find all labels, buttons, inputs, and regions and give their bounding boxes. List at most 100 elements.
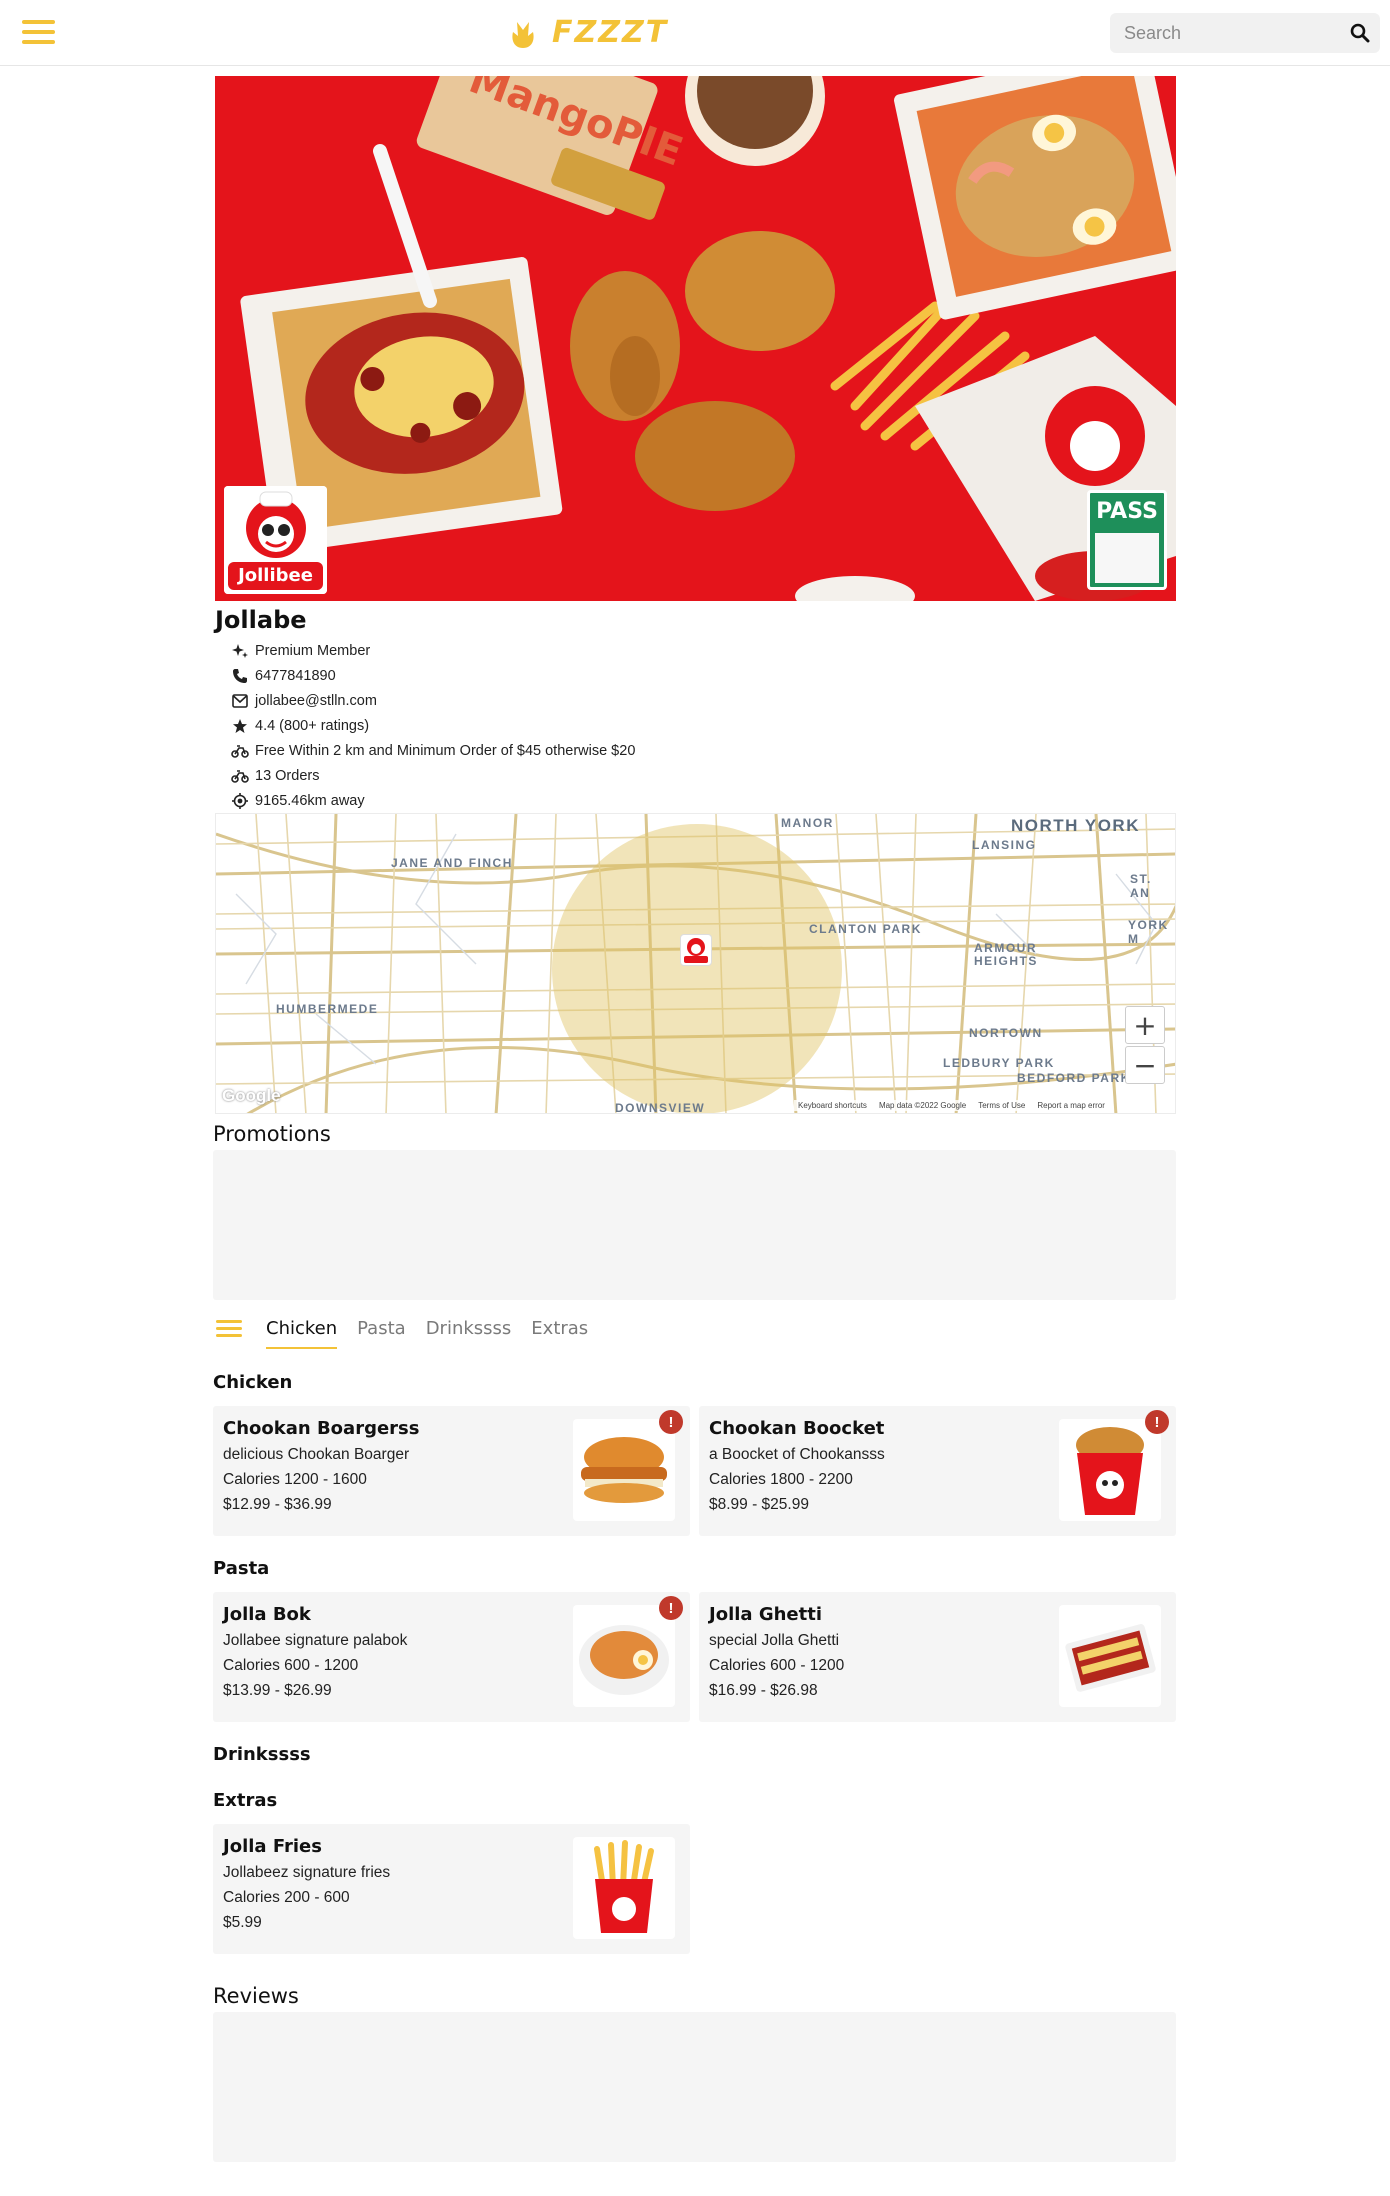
menu-item-card[interactable]: Jolla Fries Jollabeez signature fries Ca…	[213, 1824, 690, 1954]
info-rating: 4.4 (800+ ratings)	[231, 713, 1031, 738]
store-info-list: Premium Member 6477841890 jollabee@stlln…	[231, 638, 1031, 813]
palabok-image	[573, 1605, 675, 1707]
item-name: Jolla Fries	[223, 1836, 322, 1857]
map-keyboard-shortcuts-link[interactable]: Keyboard shortcuts	[798, 1101, 867, 1110]
tab-chicken[interactable]: Chicken	[266, 1310, 338, 1349]
menu-item-card[interactable]: Jolla Bok Jollabee signature palabok Cal…	[213, 1592, 690, 1722]
search-icon[interactable]	[1350, 23, 1370, 43]
orders-icon	[231, 767, 249, 785]
map-zoom-out-button[interactable]: −	[1125, 1046, 1165, 1084]
item-description: delicious Chookan Boarger	[223, 1446, 410, 1463]
info-distance: 9165.46km away	[231, 788, 1031, 813]
spaghetti-image	[1059, 1605, 1161, 1707]
item-description: Jollabee signature palabok	[223, 1632, 408, 1649]
star-icon	[231, 717, 249, 735]
map-attribution: Keyboard shortcuts Map data ©2022 Google…	[794, 1100, 1109, 1111]
item-description: a Boocket of Chookansss	[709, 1446, 885, 1463]
store-logo: Jollibee	[224, 486, 327, 594]
item-calories: Calories 600 - 1200	[223, 1657, 359, 1674]
menu-icon[interactable]	[22, 20, 55, 46]
map-label: JANE AND FINCH	[391, 856, 513, 870]
map-zoom-in-button[interactable]: +	[1125, 1006, 1165, 1044]
sparkle-icon	[231, 642, 249, 660]
map-label: ST. AN	[1130, 872, 1152, 900]
map-label: ARMOUR HEIGHTS	[974, 941, 1038, 968]
store-logo-text: Jollibee	[238, 565, 313, 586]
promotions-title: Promotions	[213, 1122, 331, 1146]
category-title-pasta: Pasta	[213, 1558, 270, 1579]
map-terms-link[interactable]: Terms of Use	[978, 1101, 1025, 1110]
menu-item-card[interactable]: Chookan Boargerss delicious Chookan Boar…	[213, 1406, 690, 1536]
search-box[interactable]	[1110, 13, 1380, 53]
item-name: Chookan Boocket	[709, 1418, 885, 1439]
alert-icon[interactable]: !	[659, 1596, 683, 1620]
top-bar: FZZZT	[0, 0, 1390, 66]
map-label: CLANTON PARK	[809, 922, 922, 936]
food-spread-image: MangoPIE	[215, 76, 1176, 601]
mail-icon	[231, 692, 249, 710]
menu-item-card[interactable]: Jolla Ghetti special Jolla Ghetti Calori…	[699, 1592, 1176, 1722]
alert-icon[interactable]: !	[659, 1410, 683, 1434]
store-map[interactable]: NORTH YORK LANSING MANOR JANE AND FINCH …	[215, 813, 1176, 1114]
category-title-chicken: Chicken	[213, 1372, 293, 1393]
item-calories: Calories 1800 - 2200	[709, 1471, 853, 1488]
map-label: DOWNSVIEW	[615, 1101, 706, 1114]
item-calories: Calories 200 - 600	[223, 1889, 350, 1906]
item-price: $13.99 - $26.99	[223, 1682, 332, 1699]
category-title-drinks: Drinkssss	[213, 1744, 311, 1765]
bucket-image	[1059, 1419, 1161, 1521]
alert-icon[interactable]: !	[1145, 1410, 1169, 1434]
info-phone-text: 6477841890	[255, 667, 336, 684]
info-phone[interactable]: 6477841890	[231, 663, 1031, 688]
tab-extras[interactable]: Extras	[531, 1310, 588, 1347]
store-banner: MangoPIE Jollibee PASS	[215, 76, 1176, 601]
store-map-marker[interactable]	[680, 934, 712, 966]
tab-pasta[interactable]: Pasta	[357, 1310, 406, 1347]
item-description: special Jolla Ghetti	[709, 1632, 840, 1649]
reviews-title: Reviews	[213, 1984, 299, 2008]
map-label: MANOR	[781, 816, 834, 830]
item-price: $8.99 - $25.99	[709, 1496, 809, 1513]
map-label: NORTH YORK	[1011, 816, 1140, 835]
item-name: Chookan Boargerss	[223, 1418, 420, 1439]
delivery-icon	[231, 742, 249, 760]
category-title-extras: Extras	[213, 1790, 278, 1811]
info-delivery-text: Free Within 2 km and Minimum Order of $4…	[255, 742, 636, 759]
item-description: Jollabeez signature fries	[223, 1864, 391, 1881]
map-label: YORK M	[1128, 918, 1169, 946]
fries-image	[573, 1837, 675, 1939]
item-price: $16.99 - $26.98	[709, 1682, 818, 1699]
info-premium-text: Premium Member	[255, 642, 371, 659]
store-name: Jollabe	[215, 606, 307, 634]
map-label: HUMBERMEDE	[276, 1002, 379, 1016]
item-calories: Calories 600 - 1200	[709, 1657, 845, 1674]
map-report-link[interactable]: Report a map error	[1037, 1101, 1105, 1110]
info-orders: 13 Orders	[231, 763, 1031, 788]
tab-drinks[interactable]: Drinkssss	[426, 1310, 512, 1347]
map-label: NORTOWN	[969, 1026, 1043, 1040]
promotions-panel	[213, 1150, 1176, 1300]
item-name: Jolla Ghetti	[709, 1604, 822, 1625]
map-label: LANSING	[972, 838, 1037, 852]
map-label: LEDBURY PARK	[943, 1056, 1055, 1070]
item-price: $12.99 - $36.99	[223, 1496, 332, 1513]
pass-badge-text: PASS	[1096, 499, 1158, 524]
phone-icon	[231, 667, 249, 685]
info-distance-text: 9165.46km away	[255, 792, 365, 809]
category-menu-icon[interactable]	[216, 1320, 242, 1340]
delivery-radius	[552, 824, 842, 1113]
location-icon	[231, 792, 249, 810]
item-name: Jolla Bok	[223, 1604, 311, 1625]
map-data-text: Map data ©2022 Google	[878, 1101, 967, 1110]
info-orders-text: 13 Orders	[255, 767, 320, 784]
site-logo[interactable]: FZZZT	[508, 12, 668, 52]
item-price: $5.99	[223, 1914, 262, 1931]
info-premium: Premium Member	[231, 638, 1031, 663]
info-email[interactable]: jollabee@stlln.com	[231, 688, 1031, 713]
menu-item-card[interactable]: Chookan Boocket a Boocket of Chookansss …	[699, 1406, 1176, 1536]
search-input[interactable]	[1110, 22, 1330, 44]
info-delivery: Free Within 2 km and Minimum Order of $4…	[231, 738, 1031, 763]
logo-icon	[512, 22, 534, 48]
google-logo[interactable]: Google	[222, 1086, 281, 1106]
burger-image	[573, 1419, 675, 1521]
